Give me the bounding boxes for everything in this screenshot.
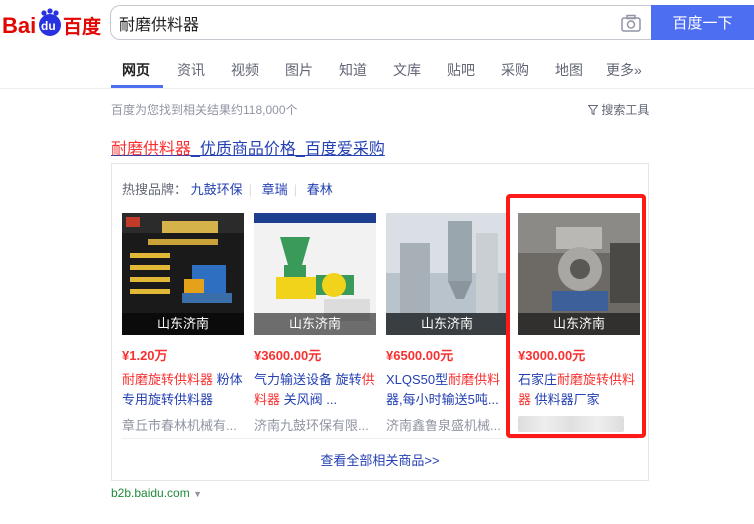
product-name-keyword: 耐磨供料: [448, 372, 501, 387]
product-image[interactable]: 山东济南: [254, 213, 376, 335]
tab-web[interactable]: 网页: [122, 60, 150, 80]
search-input[interactable]: [111, 6, 611, 39]
next-result-partial: [111, 514, 611, 524]
ad-title-keyword: 耐磨供料器: [111, 141, 192, 158]
product-location: 山东济南: [254, 313, 376, 335]
tab-purchase[interactable]: 采购: [501, 60, 529, 80]
baidu-logo[interactable]: Bai du 百度: [2, 8, 104, 40]
product-name[interactable]: 耐磨旋转供料器 粉体专用旋转供料器: [122, 370, 244, 410]
product-item[interactable]: 山东济南 ¥6500.00元 XLQS50型耐磨供料器,每小时输送5吨... 济…: [386, 213, 508, 434]
dropdown-caret-icon: ▼: [193, 489, 202, 499]
product-location: 山东济南: [122, 313, 244, 335]
product-price: ¥6500.00元: [386, 348, 454, 363]
svg-text:Bai: Bai: [2, 13, 36, 38]
product-shop: 济南鑫鲁泉盛机械...: [386, 418, 501, 433]
brand-link[interactable]: 春林: [307, 182, 333, 197]
tab-wenku[interactable]: 文库: [393, 60, 421, 80]
product-name-text: 气力输送设备 旋转: [254, 372, 362, 387]
active-tab-indicator: [111, 85, 163, 88]
tab-more[interactable]: 更多»: [606, 60, 642, 80]
product-shop: 章丘市春林机械有...: [122, 418, 237, 433]
svg-text:du: du: [41, 19, 56, 33]
funnel-icon: [587, 103, 601, 117]
product-price: ¥1.20万: [122, 348, 168, 363]
ad-title-text: _优质商品价格_百度爱采购: [191, 141, 385, 158]
product-name[interactable]: 气力输送设备 旋转供料器 关风阀 ...: [254, 370, 376, 410]
tab-images[interactable]: 图片: [285, 60, 313, 80]
tab-zhidao[interactable]: 知道: [339, 60, 367, 80]
camera-icon[interactable]: [621, 14, 641, 32]
view-all-products-link[interactable]: 查看全部相关商品>>: [112, 450, 648, 469]
product-shop: 济南九鼓环保有限...: [254, 418, 369, 433]
search-box: [110, 5, 651, 40]
tab-tieba[interactable]: 贴吧: [447, 60, 475, 80]
product-name-text: 器,每小时输送5吨...: [386, 392, 499, 407]
search-tools-label: 搜索工具: [601, 103, 650, 117]
source-domain[interactable]: b2b.baidu.com ▼: [111, 486, 202, 500]
brand-link[interactable]: 章瑞: [262, 182, 288, 197]
tab-map[interactable]: 地图: [555, 60, 583, 80]
search-button[interactable]: 百度一下: [651, 5, 754, 40]
ad-title-link[interactable]: 耐磨供料器_优质商品价格_百度爱采购: [111, 135, 385, 159]
product-name-text: 关风阀 ...: [280, 392, 338, 407]
divider: [122, 438, 638, 439]
product-name-text: XLQS50型: [386, 372, 449, 387]
brand-link[interactable]: 九鼓环保: [191, 182, 243, 197]
svg-text:百度: 百度: [63, 15, 102, 38]
red-highlight-frame: [506, 194, 646, 438]
product-name[interactable]: XLQS50型耐磨供料器,每小时输送5吨...: [386, 370, 508, 410]
product-location: 山东济南: [386, 313, 508, 335]
product-price: ¥3600.00元: [254, 348, 322, 363]
product-item[interactable]: 山东济南 ¥3600.00元 气力输送设备 旋转供料器 关风阀 ... 济南九鼓…: [254, 213, 376, 434]
result-count: 百度为您找到相关结果约118,000个: [111, 103, 298, 117]
hot-brands: 热搜品牌： 九鼓环保 | 章瑞 | 春林: [122, 182, 333, 197]
product-name-keyword: 耐磨旋转供料器: [122, 372, 214, 387]
tab-news[interactable]: 资讯: [177, 60, 205, 80]
tab-video[interactable]: 视频: [231, 60, 259, 80]
search-tabs: 网页 资讯 视频 图片 知道 文库 贴吧 采购 地图 更多»: [0, 50, 754, 89]
product-item[interactable]: 山东济南 ¥1.20万 耐磨旋转供料器 粉体专用旋转供料器 章丘市春林机械有..…: [122, 213, 244, 434]
product-image[interactable]: 山东济南: [122, 213, 244, 335]
search-tools-button[interactable]: 搜索工具: [587, 101, 650, 118]
hot-brands-label: 热搜品牌：: [122, 182, 188, 197]
header: Bai du 百度 百度一下: [0, 0, 754, 50]
product-image[interactable]: 山东济南: [386, 213, 508, 335]
